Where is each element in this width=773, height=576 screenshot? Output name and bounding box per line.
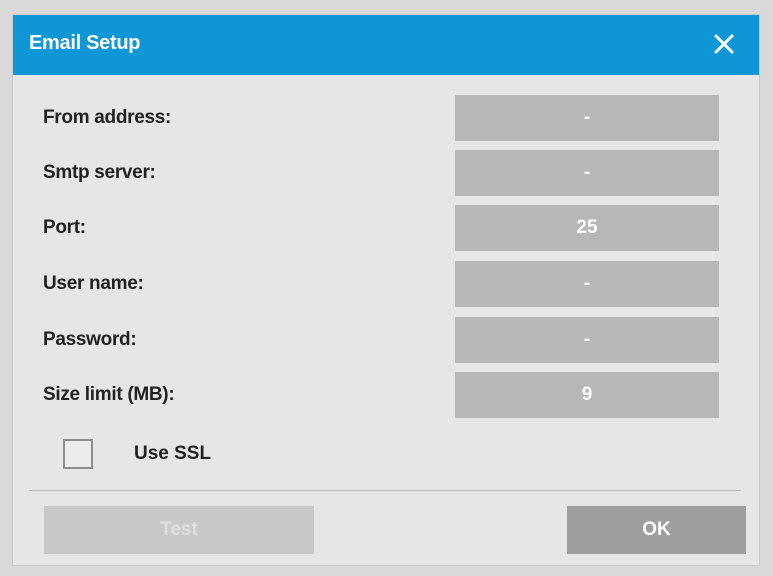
ok-button[interactable]: OK: [567, 506, 746, 554]
use-ssl-row: Use SSL: [13, 439, 759, 469]
password-label: Password:: [43, 329, 137, 350]
size-limit-row: Size limit (MB): 9: [13, 372, 759, 418]
port-label: Port:: [43, 217, 86, 238]
close-icon: [714, 34, 734, 54]
email-setup-dialog: Email Setup From address: - Smtp server:…: [12, 14, 760, 566]
user-name-label: User name:: [43, 273, 144, 294]
password-field[interactable]: -: [455, 317, 719, 363]
from-address-label: From address:: [43, 107, 172, 128]
test-button[interactable]: Test: [44, 506, 314, 554]
use-ssl-checkbox[interactable]: [63, 439, 93, 469]
close-button[interactable]: [709, 29, 739, 59]
port-row: Port: 25: [13, 205, 759, 251]
port-field[interactable]: 25: [455, 205, 719, 251]
smtp-server-label: Smtp server:: [43, 162, 156, 183]
user-name-row: User name: -: [13, 261, 759, 307]
footer-divider: [29, 490, 741, 491]
password-row: Password: -: [13, 317, 759, 363]
dialog-title: Email Setup: [29, 32, 141, 54]
from-address-field[interactable]: -: [455, 95, 719, 141]
use-ssl-label: Use SSL: [134, 443, 212, 464]
size-limit-label: Size limit (MB):: [43, 384, 175, 405]
dialog-titlebar: Email Setup: [13, 15, 759, 75]
size-limit-field[interactable]: 9: [455, 372, 719, 418]
user-name-field[interactable]: -: [455, 261, 719, 307]
from-address-row: From address: -: [13, 95, 759, 141]
smtp-server-row: Smtp server: -: [13, 150, 759, 196]
smtp-server-field[interactable]: -: [455, 150, 719, 196]
